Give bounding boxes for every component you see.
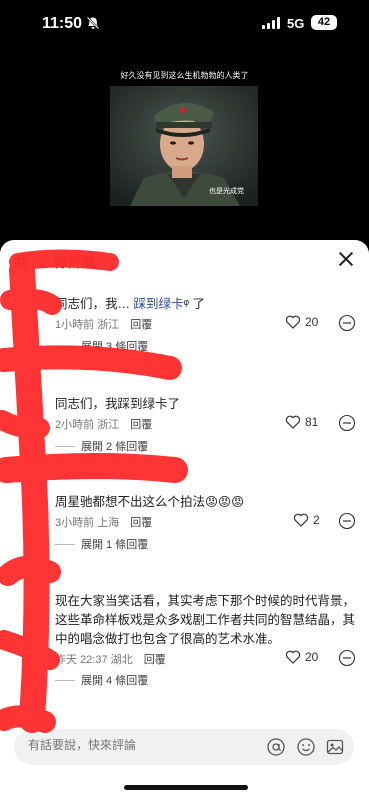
comment-text: 同志们，我… 踩到绿卡ᵠ 了 (55, 295, 355, 314)
like-button[interactable]: 20 (285, 649, 318, 665)
expand-replies[interactable]: 展開 1 條回覆 (55, 536, 148, 552)
expand-replies[interactable]: 展開 3 條回覆 (55, 338, 148, 354)
comment-meta: 1小時前 浙江 回覆 (55, 316, 152, 332)
reply-button[interactable]: 回覆 (130, 419, 152, 431)
comment-text-main: 周星驰都想不出这么个拍法 (55, 495, 206, 509)
expand-replies-label: 展開 3 條回覆 (81, 341, 149, 353)
expand-replies[interactable]: 展開 2 條回覆 (55, 438, 148, 454)
comment-text: 周星驰都想不出这么个拍法😡😡😡 (55, 493, 355, 512)
comment-meta: 昨天 22:37 湖北 回覆 (55, 651, 166, 667)
emoji-icon[interactable] (296, 737, 316, 757)
status-bar: 11:50 5G 42 (0, 0, 369, 48)
comment-text-main: 同志们，我… (55, 297, 134, 311)
comment-location: 上海 (97, 517, 120, 529)
comment-input[interactable] (28, 738, 248, 752)
sheet-title-prefix: 共 (14, 254, 28, 270)
comment-location: 湖北 (110, 654, 133, 666)
more-icon[interactable] (338, 314, 356, 332)
heart-icon (293, 513, 309, 527)
close-icon[interactable] (337, 250, 355, 268)
reply-button[interactable]: 回覆 (130, 319, 152, 331)
like-button[interactable]: 20 (285, 314, 318, 330)
comment-time: 2小時前 (55, 419, 95, 431)
comment-location: 浙江 (97, 319, 120, 331)
more-icon[interactable] (338, 414, 356, 432)
expand-replies-label: 展開 4 條回覆 (81, 675, 149, 687)
comment-location: 浙江 (97, 419, 120, 431)
home-indicator[interactable] (124, 785, 248, 790)
like-button[interactable]: 2 (293, 512, 320, 528)
comment-meta: 2小時前 浙江 回覆 (55, 416, 152, 432)
battery-indicator: 42 (311, 15, 337, 30)
comment-text-tail: ᵠ 了 (183, 297, 205, 311)
comment-time: 1小時前 (55, 319, 95, 331)
heart-icon (285, 650, 301, 664)
like-count: 20 (305, 650, 319, 664)
video-caption: 好久没有见到这么生机勃勃的人类了 (120, 71, 249, 80)
like-button[interactable]: 81 (285, 414, 318, 430)
comments-sheet: 共 條評論 同志们，我… 踩到绿卡ᵠ 了 1小時前 浙江 回覆 20 展開 3 … (0, 240, 369, 800)
comment-meta: 3小時前 上海 回覆 (55, 514, 152, 530)
network-type: 5G (287, 16, 305, 31)
comment-input-bar (14, 729, 354, 765)
like-count: 81 (305, 415, 319, 429)
sheet-title-suffix: 條評論 (53, 254, 96, 270)
comment-text: 现在大家当笑话看，其实考虑下那个时候的时代背景，这些革命样板戏是众多戏剧工作者共… (55, 594, 356, 646)
like-count: 2 (313, 513, 320, 527)
comments-count-title: 共 條評論 (14, 252, 96, 272)
bell-muted-icon (86, 16, 100, 30)
status-time: 11:50 (42, 15, 83, 32)
image-icon[interactable] (325, 737, 345, 757)
reply-button[interactable]: 回覆 (144, 654, 166, 666)
comment-time: 3小時前 (55, 517, 95, 529)
like-count: 20 (305, 315, 319, 329)
angry-emoji-icons: 😡😡😡 (205, 495, 245, 509)
comment-link[interactable]: 踩到绿卡 (133, 297, 183, 311)
comment-time: 昨天 22:37 (55, 654, 108, 666)
video-subtitle: 也是光成党 (209, 188, 244, 195)
reply-button[interactable]: 回覆 (130, 517, 152, 529)
signal-icon (262, 17, 280, 29)
comment-text: 同志们，我踩到绿卡了 (55, 397, 181, 411)
more-icon[interactable] (338, 649, 356, 667)
more-icon[interactable] (338, 512, 356, 530)
expand-replies[interactable]: 展開 4 條回覆 (55, 672, 148, 688)
sheet-header: 共 條評論 (0, 250, 369, 274)
at-icon[interactable] (266, 737, 286, 757)
expand-replies-label: 展開 2 條回覆 (81, 441, 149, 453)
video-player[interactable]: 也是光成党 (110, 86, 258, 206)
heart-icon (285, 415, 301, 429)
heart-icon (285, 315, 301, 329)
expand-replies-label: 展開 1 條回覆 (81, 539, 149, 551)
